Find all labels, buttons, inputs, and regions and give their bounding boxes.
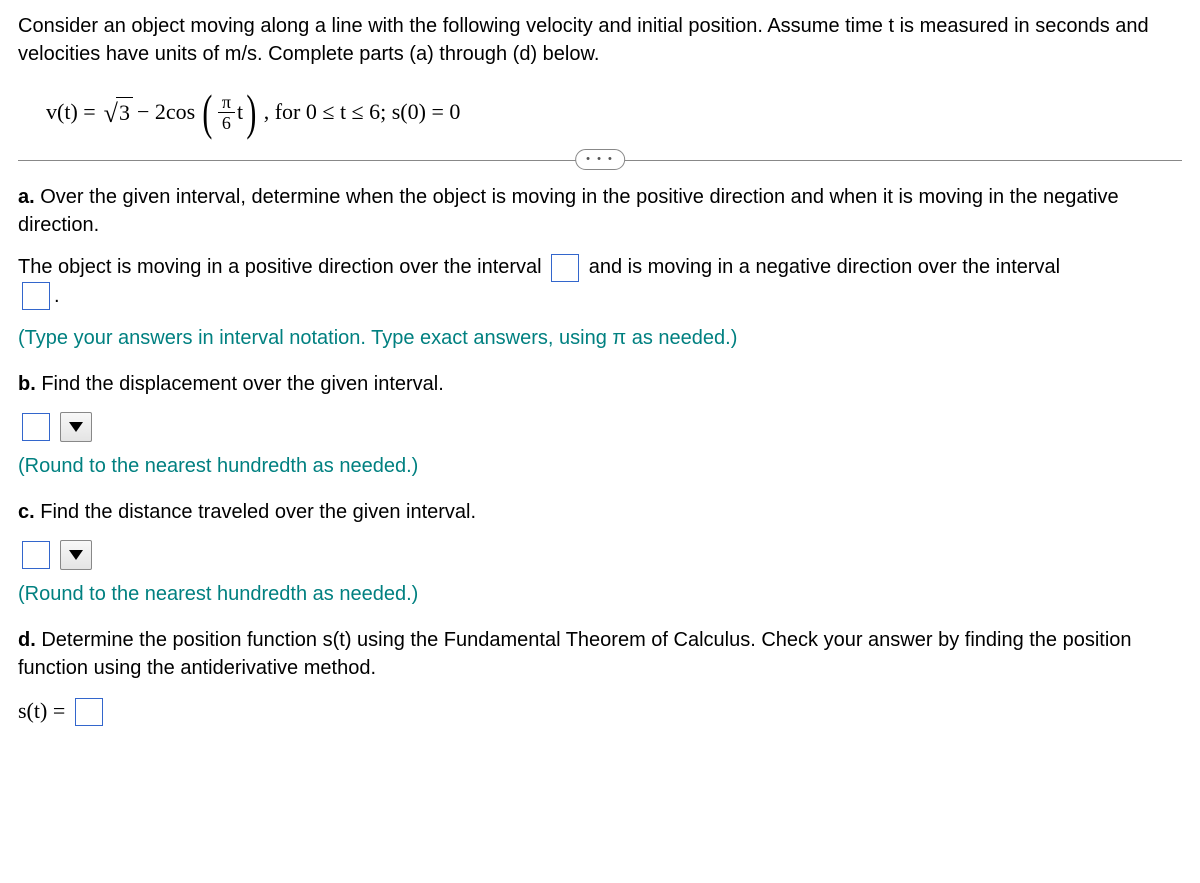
part-b: b. Find the displacement over the given … <box>18 370 1182 398</box>
chevron-down-icon <box>69 422 83 432</box>
velocity-formula: v(t) = 3 − 2cos ( π 6 t ) , for 0 ≤ t ≤ … <box>46 86 1182 138</box>
part-d-label: d. <box>18 629 36 651</box>
displacement-input[interactable] <box>22 413 50 441</box>
a-sentence-pre: The object is moving in a positive direc… <box>18 256 547 278</box>
part-d: d. Determine the position function s(t) … <box>18 626 1182 682</box>
a-sentence-mid: and is moving in a negative direction ov… <box>589 256 1060 278</box>
displacement-answer-row <box>18 412 1182 442</box>
fraction: π 6 <box>218 93 235 132</box>
negative-interval-input[interactable] <box>22 282 50 310</box>
position-lhs: s(t) = <box>18 696 65 727</box>
part-a-prompt: Over the given interval, determine when … <box>18 186 1119 236</box>
part-b-prompt: Find the displacement over the given int… <box>36 373 444 395</box>
distance-input[interactable] <box>22 541 50 569</box>
expand-dots[interactable]: • • • <box>575 149 625 170</box>
position-function-row: s(t) = <box>18 696 1182 727</box>
paren-group: ( π 6 t ) <box>199 86 260 138</box>
formula-tail: , for 0 ≤ t ≤ 6; s(0) = 0 <box>264 97 461 128</box>
part-d-prompt: Determine the position function s(t) usi… <box>18 629 1132 679</box>
formula-lhs: v(t) = <box>46 97 96 128</box>
distance-units-dropdown[interactable] <box>60 540 92 570</box>
part-a-label: a. <box>18 186 35 208</box>
part-c-prompt: Find the distance traveled over the give… <box>35 501 476 523</box>
fraction-numerator: π <box>218 93 235 113</box>
after-frac: t <box>237 97 243 128</box>
part-c: c. Find the distance traveled over the g… <box>18 498 1182 526</box>
chevron-down-icon <box>69 550 83 560</box>
sqrt-expr: 3 <box>100 94 133 130</box>
a-sentence-end: . <box>54 285 60 307</box>
fraction-denominator: 6 <box>222 113 231 132</box>
part-a-hint: (Type your answers in interval notation.… <box>18 324 1182 352</box>
positive-interval-input[interactable] <box>551 254 579 282</box>
sqrt-radicand: 3 <box>116 97 133 129</box>
position-function-input[interactable] <box>75 698 103 726</box>
part-c-hint: (Round to the nearest hundredth as neede… <box>18 580 1182 608</box>
formula-cos: − 2cos <box>137 97 195 128</box>
part-b-label: b. <box>18 373 36 395</box>
left-paren: ( <box>203 87 213 137</box>
problem-intro: Consider an object moving along a line w… <box>18 12 1182 68</box>
part-a: a. Over the given interval, determine wh… <box>18 183 1182 239</box>
distance-answer-row <box>18 540 1182 570</box>
part-c-label: c. <box>18 501 35 523</box>
part-a-sentence: The object is moving in a positive direc… <box>18 253 1182 310</box>
part-b-hint: (Round to the nearest hundredth as neede… <box>18 452 1182 480</box>
right-paren: ) <box>246 87 256 137</box>
displacement-units-dropdown[interactable] <box>60 412 92 442</box>
